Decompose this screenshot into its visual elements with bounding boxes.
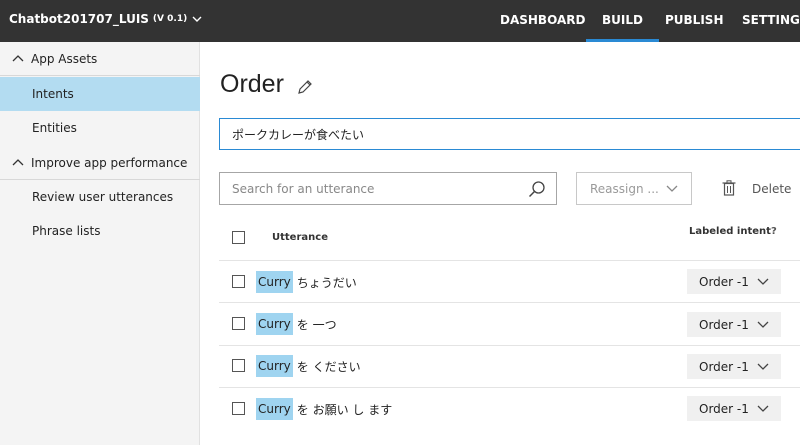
intent-dropdown[interactable]: Order -1	[687, 354, 781, 379]
entity-label[interactable]: Curry	[256, 355, 293, 377]
chevron-down-icon	[757, 278, 769, 285]
table-row[interactable]: Curry ちょうだい	[256, 271, 357, 293]
sidebar: App Assets Intents Entities Improve app …	[0, 42, 200, 445]
intent-label: Order -1	[699, 401, 749, 416]
sidebar-item-label: Entities	[32, 121, 77, 135]
sidebar-item-intents[interactable]: Intents	[0, 77, 200, 111]
sidebar-item-label: Intents	[32, 87, 74, 101]
sidebar-item-label: Review user utterances	[32, 190, 174, 204]
nav-publish[interactable]: PUBLISH	[665, 0, 723, 42]
entity-label[interactable]: Curry	[256, 271, 293, 293]
utterance-input[interactable]	[219, 118, 800, 150]
sidebar-item-entities[interactable]: Entities	[0, 111, 200, 145]
row-divider	[219, 260, 800, 261]
reassign-label: Reassign ...	[590, 181, 659, 196]
chevron-down-icon	[192, 16, 202, 22]
row-divider	[219, 302, 800, 303]
intent-label: Order -1	[699, 274, 749, 289]
row-divider	[219, 345, 800, 346]
chevron-down-icon	[757, 321, 769, 328]
intent-label: Order -1	[699, 359, 749, 374]
app-name: Chatbot201707_LUIS	[9, 12, 149, 26]
page-title: Order	[220, 70, 284, 98]
select-all-checkbox[interactable]	[232, 231, 245, 244]
sidebar-item-phrase-lists[interactable]: Phrase lists	[0, 214, 200, 248]
utterance-text: を お願い し ます	[296, 402, 393, 417]
app-selector[interactable]: Chatbot201707_LUIS (V 0.1)	[9, 12, 202, 26]
app-version: (V 0.1)	[152, 14, 188, 24]
intent-dropdown[interactable]: Order -1	[687, 396, 781, 421]
table-row[interactable]: Curry を ください	[256, 355, 361, 377]
chevron-down-icon	[757, 405, 769, 412]
entity-label[interactable]: Curry	[256, 313, 293, 335]
chevron-down-icon	[666, 185, 678, 192]
sidebar-section-label: Improve app performance	[31, 155, 188, 170]
row-checkbox[interactable]	[232, 317, 245, 330]
search-icon[interactable]	[528, 180, 546, 198]
reassign-dropdown[interactable]: Reassign ...	[576, 172, 692, 205]
table-row[interactable]: Curry を 一つ	[256, 313, 337, 335]
pencil-icon[interactable]	[296, 78, 314, 96]
chevron-up-icon	[12, 158, 24, 165]
utterance-text: ちょうだい	[296, 275, 357, 290]
sidebar-item-review-utterances[interactable]: Review user utterances	[0, 180, 200, 214]
column-header-labeled-intent[interactable]: Labeled intent	[689, 226, 771, 237]
nav-dashboard[interactable]: DASHBOARD	[500, 0, 585, 42]
nav-build[interactable]: BUILD	[586, 0, 659, 42]
search-input[interactable]	[220, 173, 520, 204]
row-checkbox[interactable]	[232, 275, 245, 288]
trash-icon[interactable]	[722, 180, 736, 196]
sidebar-section-app-assets[interactable]: App Assets	[0, 42, 200, 76]
help-icon[interactable]: ?	[771, 226, 777, 237]
sidebar-section-improve[interactable]: Improve app performance	[0, 146, 200, 180]
intent-dropdown[interactable]: Order -1	[687, 312, 781, 337]
row-checkbox[interactable]	[232, 359, 245, 372]
row-checkbox[interactable]	[232, 402, 245, 415]
table-row[interactable]: Curry を お願い し ます	[256, 398, 392, 420]
column-header-utterance[interactable]: Utterance	[272, 232, 328, 243]
search-box	[219, 172, 557, 205]
chevron-down-icon	[757, 363, 769, 370]
sidebar-item-label: Phrase lists	[32, 224, 101, 238]
nav-settings[interactable]: SETTINGS	[742, 0, 800, 42]
delete-button[interactable]: Delete	[752, 182, 791, 196]
chevron-up-icon	[12, 54, 24, 61]
intent-dropdown[interactable]: Order -1	[687, 269, 781, 294]
intent-label: Order -1	[699, 317, 749, 332]
row-divider	[219, 387, 800, 388]
entity-label[interactable]: Curry	[256, 398, 293, 420]
sidebar-section-label: App Assets	[31, 51, 98, 66]
top-bar: Chatbot201707_LUIS (V 0.1) DASHBOARD BUI…	[0, 0, 800, 42]
utterance-text: を ください	[296, 359, 361, 374]
utterance-text: を 一つ	[296, 317, 337, 332]
